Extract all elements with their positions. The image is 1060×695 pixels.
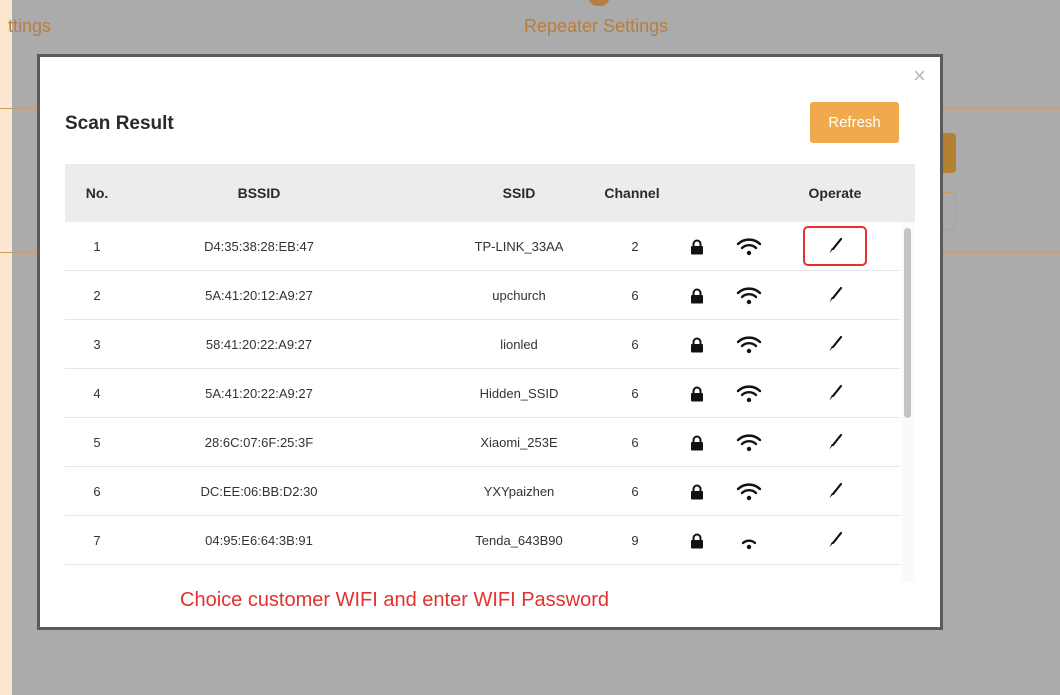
scrollbar-thumb[interactable] [904,228,911,418]
wifi-icon [725,467,773,516]
cell-operate [795,467,875,516]
scan-result-modal: × Scan Result Refresh No. BSSID SSID Cha… [37,54,943,630]
cell-no: 3 [93,337,101,352]
cell-bssid: 5A:41:20:12:A9:27 [205,288,313,303]
table-row: 5 28:6C:07:6F:25:3F Xiaomi_253E 6 [65,418,900,467]
cell-channel: 6 [631,386,639,401]
wifi-icon [725,271,773,320]
cell-operate [795,516,875,565]
wifi-icon [725,320,773,369]
background-side-strip [0,0,12,695]
cell-channel: 9 [631,533,639,548]
connect-pen-icon[interactable] [803,275,867,315]
instruction-note: Choice customer WIFI and enter WIFI Pass… [180,589,610,611]
cell-no: 5 [93,435,101,450]
header-channel: Channel [604,185,660,201]
header-bssid: BSSID [237,185,281,201]
connect-pen-icon[interactable] [803,422,867,462]
cell-bssid: 5A:41:20:22:A9:27 [205,386,313,401]
connect-pen-icon[interactable] [803,520,867,560]
cell-channel: 6 [631,337,639,352]
lock-icon [677,320,717,369]
cell-operate [795,271,875,320]
cell-channel: 2 [631,239,639,254]
lock-icon [677,271,717,320]
cell-no: 6 [93,484,101,499]
cell-bssid: DC:EE:06:BB:D2:30 [200,484,318,499]
table-row: 7 04:95:E6:64:3B:91 Tenda_643B90 9 [65,516,900,565]
cell-no: 4 [93,386,101,401]
table-row: 4 5A:41:20:22:A9:27 Hidden_SSID 6 [65,369,900,418]
connect-pen-icon[interactable] [803,226,867,266]
lock-icon [677,516,717,565]
connect-pen-icon[interactable] [803,324,867,364]
lock-icon [677,369,717,418]
connect-pen-icon[interactable] [803,471,867,511]
table-row: 3 58:41:20:22:A9:27 lionled 6 [65,320,900,369]
table-row: 6 DC:EE:06:BB:D2:30 YXYpaizhen 6 [65,467,900,516]
cell-bssid: 04:95:E6:64:3B:91 [205,533,313,548]
lock-icon [677,467,717,516]
lock-icon [677,222,717,271]
cell-no: 7 [93,533,101,548]
refresh-button[interactable]: Refresh [810,102,899,143]
wifi-icon [725,369,773,418]
background-tab-settings: ttings [8,16,52,36]
cell-no: 1 [93,239,101,254]
table-header: No. BSSID SSID Channel Operate [65,164,915,222]
connect-pen-icon[interactable] [803,373,867,413]
table-scrollbar[interactable] [901,222,915,582]
cell-bssid: D4:35:38:28:EB:47 [204,239,314,254]
header-operate: Operate [808,185,862,201]
table-row: 1 D4:35:38:28:EB:47 TP-LINK_33AA 2 [65,222,900,271]
cell-no: 2 [93,288,101,303]
cell-operate [795,418,875,467]
table-row: 2 5A:41:20:12:A9:27 upchurch 6 [65,271,900,320]
cell-operate [795,222,875,271]
header-no: No. [85,185,109,201]
cell-channel: 6 [631,288,639,303]
lock-icon [677,418,717,467]
background-top-nav: ttings Repeater Settings [0,0,1060,55]
background-tab-indicator [588,0,610,6]
table-row [65,565,900,582]
cell-bssid: 28:6C:07:6F:25:3F [204,435,314,450]
cell-operate [795,320,875,369]
close-icon[interactable]: × [913,65,926,87]
cell-bssid: 58:41:20:22:A9:27 [205,337,313,352]
cell-channel: 6 [631,484,639,499]
modal-title: Scan Result [65,113,174,134]
wifi-icon [725,418,773,467]
wifi-icon [725,222,773,271]
wifi-icon [725,516,773,565]
scan-result-table: No. BSSID SSID Channel Operate 1 D4:35:38… [65,164,915,582]
cell-channel: 6 [631,435,639,450]
background-tab-repeater-settings: Repeater Settings [524,16,669,36]
cell-operate [795,369,875,418]
